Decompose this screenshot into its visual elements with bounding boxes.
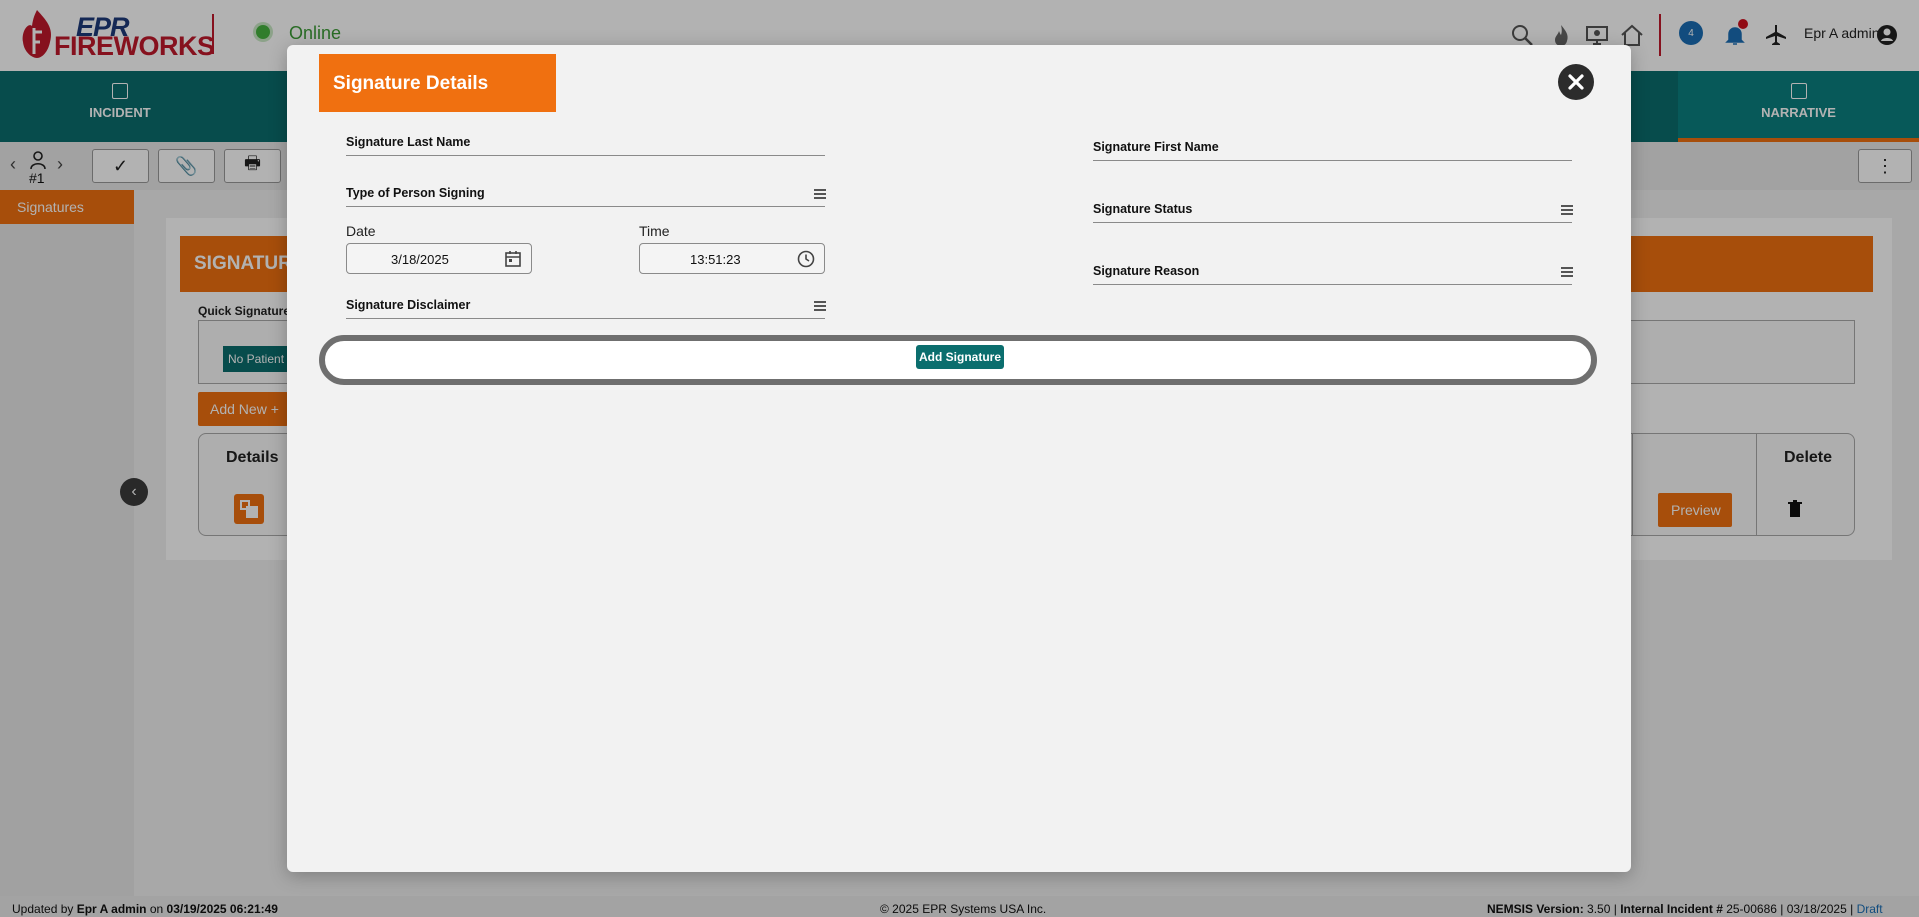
calendar-icon[interactable]	[503, 249, 523, 269]
signature-status-label: Signature Status	[1093, 202, 1193, 216]
add-signature-button[interactable]: Add Signature	[916, 345, 1004, 369]
date-value: 3/18/2025	[391, 252, 449, 267]
time-value: 13:51:23	[690, 252, 741, 267]
signature-details-modal: Signature Details Signature Last Name Ty…	[287, 45, 1631, 872]
signature-last-name-label: Signature Last Name	[346, 135, 471, 149]
status-menu-icon[interactable]	[1561, 205, 1573, 215]
signature-last-name-input[interactable]	[346, 155, 825, 156]
signature-reason-label: Signature Reason	[1093, 264, 1200, 278]
time-input[interactable]: 13:51:23	[639, 243, 825, 274]
disclaimer-menu-icon[interactable]	[814, 301, 826, 311]
signature-first-name-input[interactable]	[1093, 160, 1572, 161]
person-signing-menu-icon[interactable]	[814, 189, 826, 199]
date-input[interactable]: 3/18/2025	[346, 243, 532, 274]
close-modal-button[interactable]	[1558, 64, 1594, 100]
reason-menu-icon[interactable]	[1561, 267, 1573, 277]
signature-disclaimer-label: Signature Disclaimer	[346, 298, 471, 312]
person-signing-select[interactable]	[346, 206, 825, 207]
modal-title: Signature Details	[319, 54, 556, 112]
clock-icon[interactable]	[796, 249, 816, 269]
close-icon	[1568, 74, 1584, 90]
time-label: Time	[639, 223, 670, 239]
signature-disclaimer-select[interactable]	[346, 318, 825, 319]
date-label: Date	[346, 223, 376, 239]
signature-reason-select[interactable]	[1093, 284, 1572, 285]
signature-first-name-label: Signature First Name	[1093, 140, 1219, 154]
person-signing-label: Type of Person Signing	[346, 186, 485, 200]
signature-status-select[interactable]	[1093, 222, 1572, 223]
